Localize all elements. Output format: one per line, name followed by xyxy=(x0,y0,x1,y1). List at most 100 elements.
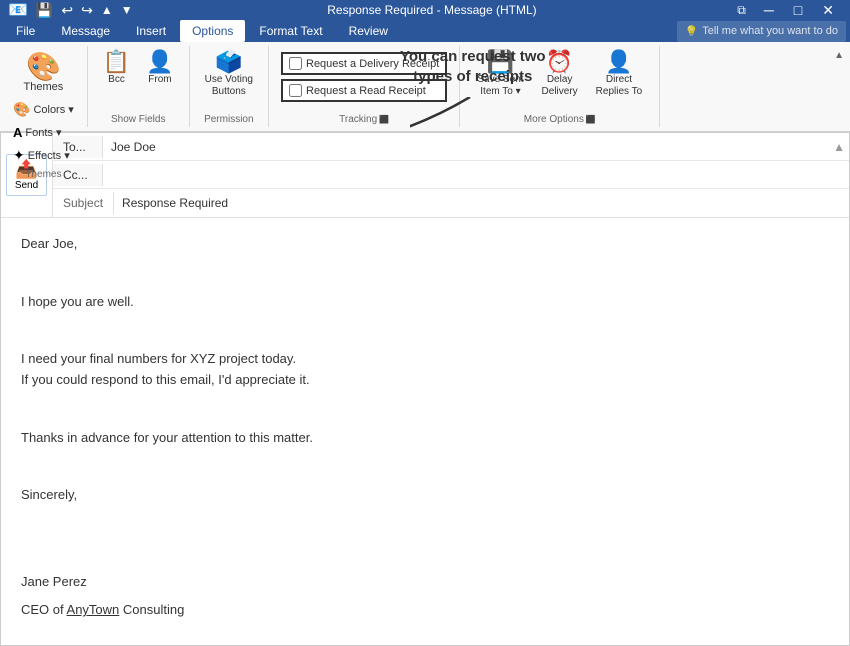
email-fields-area: 📤 Send To... ▲ Cc... Subject xyxy=(1,133,849,218)
menu-message[interactable]: Message xyxy=(49,20,122,42)
subject-label: Subject xyxy=(53,192,114,214)
delay-icon: ⏰ xyxy=(546,51,573,73)
body-line-11 xyxy=(21,543,829,564)
lightbulb-icon: 💡 xyxy=(685,25,699,38)
from-button[interactable]: 👤 From xyxy=(139,48,180,89)
ribbon-group-themes: 🎨 Themes 🎨 Colors ▾ A Fonts ▾ ✦ Effects … xyxy=(0,46,88,127)
fonts-button[interactable]: A Fonts ▾ xyxy=(8,122,79,143)
cc-field-row: Cc... xyxy=(53,161,849,189)
themes-button[interactable]: 🎨 Themes xyxy=(15,48,73,98)
subject-field-row: Subject xyxy=(53,189,849,217)
from-icon: 👤 xyxy=(146,51,173,73)
menu-insert[interactable]: Insert xyxy=(124,20,178,42)
title-bar-left: 📧 💾 ↩ ↪ ▲ ▼ xyxy=(8,0,133,20)
tracking-expand-icon[interactable]: ⬛ xyxy=(379,115,389,124)
menu-format-text[interactable]: Format Text xyxy=(247,20,334,42)
more-options-expand-icon[interactable]: ⬛ xyxy=(586,115,596,124)
effects-icon: ✦ xyxy=(13,147,25,164)
close-button[interactable]: ✕ xyxy=(814,1,842,20)
save-sent-label: Save SentItem To ▾ xyxy=(477,74,523,98)
restore-button[interactable]: □ xyxy=(786,1,810,20)
redo-icon[interactable]: ↪ xyxy=(81,2,93,19)
to-input[interactable] xyxy=(103,136,829,158)
use-voting-button[interactable]: 🗳️ Use VotingButtons xyxy=(198,48,260,101)
email-body: Dear Joe, I hope you are well. I need yo… xyxy=(1,218,849,645)
read-receipt-input[interactable] xyxy=(289,84,302,97)
signature-name: Jane Perez xyxy=(21,572,829,593)
direct-replies-icon: 👤 xyxy=(605,51,632,73)
fonts-icon: A xyxy=(13,125,22,140)
body-line-5: I need your final numbers for XYZ projec… xyxy=(21,349,829,391)
body-line-7: Thanks in advance for your attention to … xyxy=(21,428,829,449)
app-icon: 📧 xyxy=(8,0,28,20)
fields-container: To... ▲ Cc... Subject xyxy=(53,133,849,217)
body-line-9: Sincerely, xyxy=(21,485,829,506)
save-icon[interactable]: 💾 xyxy=(36,2,53,19)
read-receipt-label: Request a Read Receipt xyxy=(306,85,426,97)
down-icon[interactable]: ▼ xyxy=(121,3,133,17)
subject-input[interactable] xyxy=(114,192,849,214)
ribbon-collapse-button[interactable]: ▲ xyxy=(828,46,850,65)
body-line-6 xyxy=(21,399,829,420)
signature-title: CEO of AnyTown Consulting xyxy=(21,600,829,621)
tracking-content: Request a Delivery Receipt Request a Rea… xyxy=(277,48,451,112)
delay-label: DelayDelivery xyxy=(542,74,578,98)
bcc-icon: 📋 xyxy=(103,51,130,73)
delivery-receipt-checkbox[interactable]: Request a Delivery Receipt xyxy=(281,52,447,75)
themes-icon: 🎨 xyxy=(26,53,61,81)
window-controls: ⧉ ─ □ ✕ xyxy=(731,1,842,20)
body-line-1: Dear Joe, xyxy=(21,234,829,255)
window-title: Response Required - Message (HTML) xyxy=(133,3,732,17)
cc-input[interactable] xyxy=(103,164,849,186)
app-window: 📧 💾 ↩ ↪ ▲ ▼ Response Required - Message … xyxy=(0,0,850,545)
bcc-label: Bcc xyxy=(108,74,125,86)
compose-area: 📤 Send To... ▲ Cc... Subject xyxy=(0,132,850,646)
themes-sub-buttons: 🎨 Colors ▾ A Fonts ▾ ✦ Effects ▾ xyxy=(8,98,79,167)
body-line-2 xyxy=(21,263,829,284)
title-bar: 📧 💾 ↩ ↪ ▲ ▼ Response Required - Message … xyxy=(0,0,850,20)
restore-window-icon[interactable]: ⧉ xyxy=(731,1,752,20)
show-fields-content: 📋 Bcc 👤 From xyxy=(96,48,181,112)
anytown-link[interactable]: AnyTown xyxy=(67,602,120,617)
up-icon[interactable]: ▲ xyxy=(101,3,113,17)
body-line-4 xyxy=(21,320,829,341)
body-line-10 xyxy=(21,514,829,535)
menu-options[interactable]: Options xyxy=(180,20,245,42)
search-box[interactable]: 💡 Tell me what you want to do xyxy=(677,21,846,42)
from-label: From xyxy=(148,74,171,86)
ribbon-group-tracking: Request a Delivery Receipt Request a Rea… xyxy=(269,46,460,127)
direct-replies-button[interactable]: 👤 DirectReplies To xyxy=(589,48,650,101)
bcc-button[interactable]: 📋 Bcc xyxy=(96,48,137,89)
permission-label: Permission xyxy=(204,114,253,125)
colors-button[interactable]: 🎨 Colors ▾ xyxy=(8,98,79,121)
scroll-up-icon[interactable]: ▲ xyxy=(829,136,849,158)
themes-group-label: Themes xyxy=(25,169,61,180)
more-options-text: More Options xyxy=(524,114,584,125)
ribbon-group-show-fields: 📋 Bcc 👤 From Show Fields xyxy=(88,46,190,127)
to-field-row: To... ▲ xyxy=(53,133,849,161)
minimize-button[interactable]: ─ xyxy=(756,1,782,20)
delivery-receipt-input[interactable] xyxy=(289,57,302,70)
save-sent-button[interactable]: 💾 Save SentItem To ▾ xyxy=(470,48,530,101)
delay-delivery-button[interactable]: ⏰ DelayDelivery xyxy=(535,48,585,101)
ribbon-group-permission: 🗳️ Use VotingButtons Permission xyxy=(190,46,269,127)
fonts-label: Fonts ▾ xyxy=(25,126,61,139)
voting-label: Use VotingButtons xyxy=(205,74,253,98)
effects-label: Effects ▾ xyxy=(28,149,70,162)
save-sent-icon: 💾 xyxy=(487,51,514,73)
menu-review[interactable]: Review xyxy=(337,20,400,42)
direct-replies-label: DirectReplies To xyxy=(596,74,643,98)
show-fields-label: Show Fields xyxy=(111,114,165,125)
body-line-3: I hope you are well. xyxy=(21,292,829,313)
delivery-receipt-label: Request a Delivery Receipt xyxy=(306,58,439,70)
more-options-content: 💾 Save SentItem To ▾ ⏰ DelayDelivery 👤 D… xyxy=(470,48,649,112)
effects-button[interactable]: ✦ Effects ▾ xyxy=(8,144,79,167)
themes-label: Themes xyxy=(24,81,64,93)
tracking-label: Tracking ⬛ xyxy=(339,114,389,125)
undo-icon[interactable]: ↩ xyxy=(61,2,73,19)
read-receipt-checkbox[interactable]: Request a Read Receipt xyxy=(281,79,447,102)
send-label: Send xyxy=(15,180,38,191)
permission-content: 🗳️ Use VotingButtons xyxy=(198,48,260,112)
menu-file[interactable]: File xyxy=(4,20,47,42)
colors-label: Colors ▾ xyxy=(33,103,73,116)
